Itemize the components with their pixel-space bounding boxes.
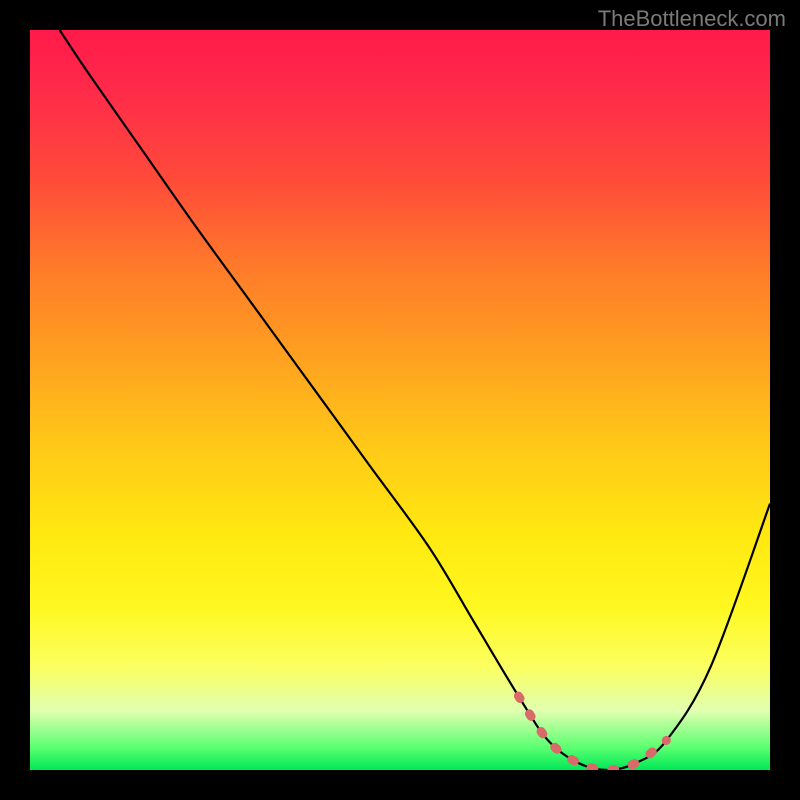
watermark-text: TheBottleneck.com	[598, 6, 786, 32]
bottleneck-curve	[60, 30, 770, 770]
curve-svg	[30, 30, 770, 770]
chart-container: TheBottleneck.com	[0, 0, 800, 800]
plot-area	[30, 30, 770, 770]
